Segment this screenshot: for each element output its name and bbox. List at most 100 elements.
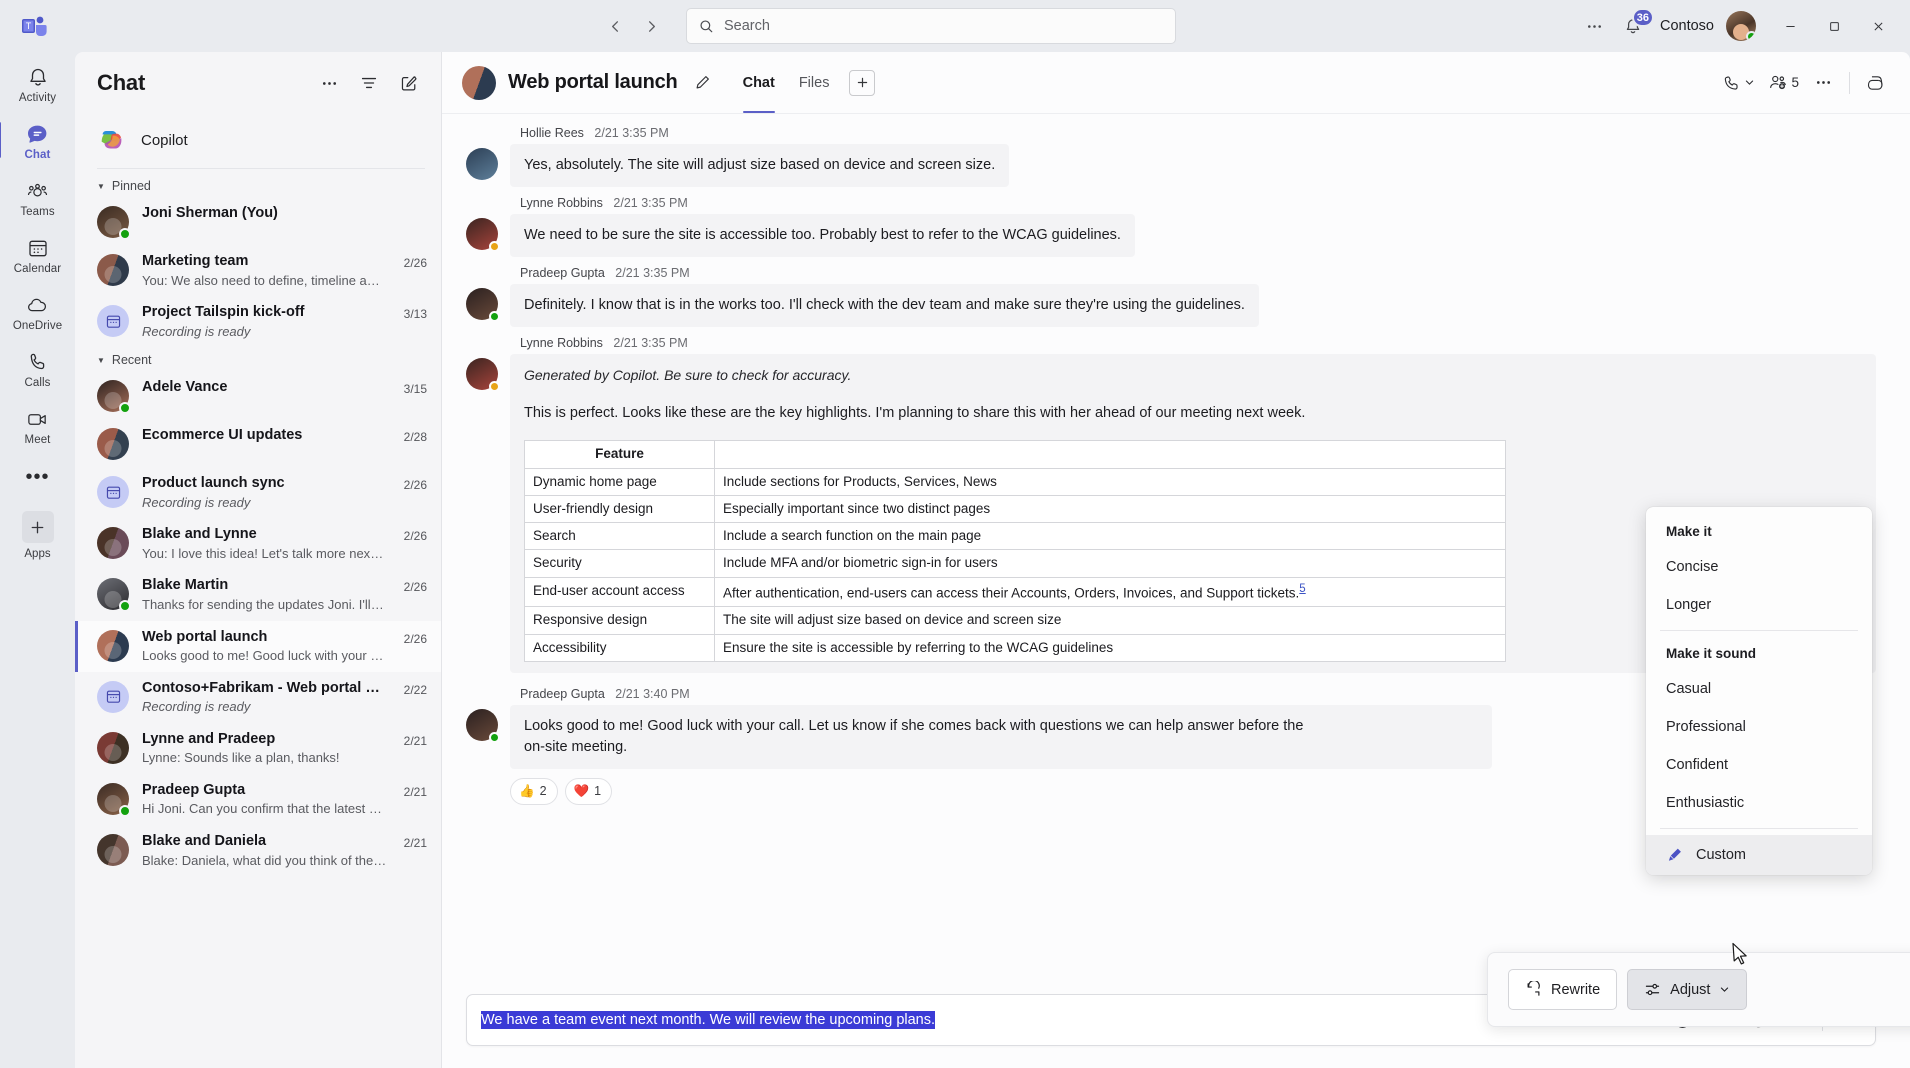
citation-link[interactable]: 5	[1299, 583, 1305, 595]
menu-item-confident[interactable]: Confident	[1646, 746, 1872, 784]
sidebar-item-calendar[interactable]: Calendar	[7, 229, 69, 279]
sidebar-item-activity[interactable]: Activity	[7, 58, 69, 108]
tab-chat[interactable]: Chat	[733, 52, 785, 113]
list-item-time: 2/26	[403, 631, 427, 646]
presence-indicator	[119, 228, 131, 240]
maximize-button[interactable]	[1812, 6, 1856, 46]
sidebar-label-chat: Chat	[24, 149, 51, 161]
message-text: Yes, absolutely. The site will adjust si…	[510, 144, 1010, 188]
forward-button[interactable]	[634, 9, 668, 43]
sidebar-item-apps[interactable]: Apps	[7, 501, 69, 564]
sidebar-label-meet: Meet	[24, 434, 51, 446]
conversation-tabs: Chat Files	[733, 52, 876, 113]
chat-group-header-recent[interactable]: ▼ Recent	[75, 347, 441, 371]
list-item[interactable]: Blake and Daniela Blake: Daniela, what d…	[75, 825, 441, 876]
list-item-time: 2/26	[403, 256, 427, 270]
menu-item-enthusiastic[interactable]: Enthusiastic	[1646, 784, 1872, 822]
list-item-title: Contoso+Fabrikam - Web portal ki…	[142, 679, 387, 696]
list-item[interactable]: Marketing team You: We also need to defi…	[75, 245, 441, 296]
tab-files[interactable]: Files	[789, 52, 840, 113]
table-cell: Include sections for Products, Services,…	[714, 467, 1506, 496]
list-item[interactable]: Contoso+Fabrikam - Web portal ki… Record…	[75, 672, 441, 723]
sidebar-item-meet[interactable]: Meet	[7, 400, 69, 450]
conversation-title: Web portal launch	[508, 71, 678, 93]
add-tab-button[interactable]	[849, 69, 876, 96]
reaction-thumbsup[interactable]: 👍 2	[510, 777, 558, 805]
list-item-time: 2/26	[403, 580, 427, 595]
copilot-icon	[97, 125, 127, 155]
menu-item-custom[interactable]: Custom	[1646, 835, 1872, 875]
list-item[interactable]: Pradeep Gupta Hi Joni. Can you confirm t…	[75, 774, 441, 825]
list-item[interactable]: Project Tailspin kick-off Recording is r…	[75, 296, 441, 347]
tenant-name[interactable]: Contoso	[1654, 18, 1722, 34]
copilot-button[interactable]	[1860, 67, 1892, 99]
participants-button[interactable]: 5	[1763, 67, 1804, 99]
message-author: Pradeep Gupta	[520, 266, 605, 281]
avatar	[466, 288, 500, 323]
adjust-button[interactable]: Adjust	[1627, 969, 1748, 1010]
message-author: Pradeep Gupta	[520, 686, 605, 701]
compose-icon[interactable]	[393, 67, 425, 99]
list-item[interactable]: Product launch sync Recording is ready 2…	[75, 467, 441, 518]
meeting-icon	[97, 680, 129, 713]
sidebar-item-teams[interactable]: Teams	[7, 172, 69, 222]
presence-indicator	[489, 381, 500, 393]
list-item-time: 2/21	[403, 733, 427, 748]
chat-list-item-copilot[interactable]: Copilot	[75, 114, 441, 166]
menu-item-concise[interactable]: Concise	[1646, 548, 1872, 586]
menu-divider	[1660, 828, 1858, 829]
list-item-time: 3/15	[403, 382, 427, 397]
call-button[interactable]	[1718, 67, 1760, 99]
avatar	[97, 254, 129, 286]
chat-list-scroll[interactable]: Copilot ▼ Pinned Joni Sherman (You) Mark…	[75, 114, 441, 1068]
chevron-down-icon: ▼	[97, 355, 105, 365]
list-item[interactable]: Adele Vance 3/15	[75, 371, 441, 419]
titlebar-more-button[interactable]	[1578, 9, 1612, 43]
chat-pane: Web portal launch Chat Files 5 Hollie Re…	[442, 52, 1910, 1068]
list-item[interactable]: Lynne and Pradeep Lynne: Sounds like a p…	[75, 723, 441, 774]
user-avatar[interactable]	[1726, 11, 1756, 41]
table-cell: After authentication, end-users can acce…	[714, 576, 1506, 608]
rewrite-button[interactable]: Rewrite	[1508, 969, 1618, 1010]
message-text-line2: on-site meeting.	[524, 738, 628, 755]
notifications-button[interactable]: 36	[1616, 8, 1654, 43]
sidebar-item-chat[interactable]: Chat	[0, 115, 69, 165]
list-item-web-portal-launch[interactable]: Web portal launch Looks good to me! Good…	[75, 620, 441, 672]
pencil-icon[interactable]	[690, 70, 715, 95]
message-time: 2/21 3:35 PM	[594, 126, 669, 140]
video-camera-icon	[26, 406, 49, 432]
chat-group-header-pinned[interactable]: ▼ Pinned	[75, 173, 441, 197]
menu-item-professional[interactable]: Professional	[1646, 708, 1872, 746]
close-button[interactable]	[1856, 6, 1900, 46]
list-item[interactable]: Blake and Lynne You: I love this idea! L…	[75, 518, 441, 569]
sliders-icon	[1644, 981, 1661, 998]
list-item[interactable]: Ecommerce UI updates 2/28	[75, 419, 441, 467]
list-item-title: Joni Sherman (You)	[142, 205, 278, 221]
search-input[interactable]: Search	[686, 8, 1176, 44]
sidebar-item-onedrive[interactable]: OneDrive	[7, 286, 69, 336]
minimize-button[interactable]	[1768, 6, 1812, 46]
message-input-value: We have a team event next month. We will…	[481, 1011, 936, 1029]
table-cell: End-user account access	[524, 576, 715, 608]
sidebar-item-calls[interactable]: Calls	[7, 343, 69, 393]
conversation-more-button[interactable]	[1807, 67, 1839, 99]
presence-indicator	[489, 731, 500, 743]
presence-indicator	[489, 241, 500, 253]
bell-icon	[27, 64, 49, 90]
list-item[interactable]: Blake Martin Thanks for sending the upda…	[75, 569, 441, 620]
reaction-heart[interactable]: ❤️ 1	[564, 777, 613, 805]
filter-icon[interactable]	[353, 67, 385, 99]
participants-count: 5	[1791, 75, 1799, 90]
chat-list-more-button[interactable]	[313, 67, 345, 99]
menu-item-casual[interactable]: Casual	[1646, 670, 1872, 708]
teams-logo-icon: T	[14, 13, 54, 39]
list-item-preview: Hi Joni. Can you confirm that the latest…	[142, 801, 387, 817]
message-input[interactable]: We have a team event next month. We will…	[481, 998, 1622, 1042]
window-controls	[1768, 6, 1900, 46]
list-item[interactable]: Joni Sherman (You)	[75, 197, 441, 245]
sidebar-more-button[interactable]: •••	[25, 457, 49, 501]
menu-item-longer[interactable]: Longer	[1646, 586, 1872, 624]
table-cell: Ensure the site is accessible by referri…	[714, 633, 1506, 662]
copilot-action-bar: Rewrite Adjust	[1487, 952, 1910, 1027]
back-button[interactable]	[598, 9, 632, 43]
